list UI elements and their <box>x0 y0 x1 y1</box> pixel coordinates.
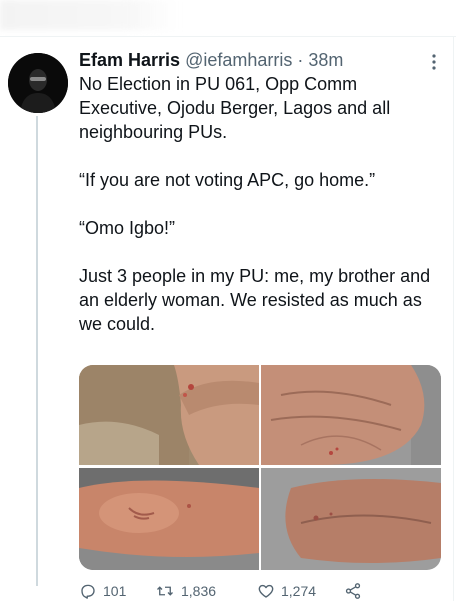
tweet-actions: 101 1,836 1,274 <box>79 580 419 602</box>
separator-dot: · <box>297 50 304 70</box>
tweet-paragraph: “Omo Igbo!” <box>79 218 176 238</box>
author-handle[interactable]: @iefamharris <box>185 50 292 70</box>
tweet-paragraph: No Election in PU 061, Opp Comm Executiv… <box>79 74 391 142</box>
tweet-text: No Election in PU 061, Opp Comm Executiv… <box>79 72 439 336</box>
tweet-header: Efam Harris @iefamharris · 38m <box>79 48 439 72</box>
timeline-border <box>453 36 454 601</box>
retweet-button[interactable]: 1,836 <box>155 582 257 600</box>
retweet-count: 1,836 <box>181 583 217 599</box>
wrist-wound-photo <box>79 365 259 465</box>
tweet-timestamp[interactable]: 38m <box>308 50 343 70</box>
media-photo-1[interactable] <box>79 365 259 465</box>
retweet-icon <box>157 586 173 596</box>
tweet-paragraph: Just 3 people in my PU: me, my brother a… <box>79 266 431 334</box>
share-button[interactable] <box>343 582 363 600</box>
avatar[interactable] <box>8 53 68 113</box>
blurred-header <box>0 0 180 30</box>
knuckle-wound-photo <box>261 468 441 570</box>
reply-icon <box>81 584 95 599</box>
palm-wound-photo <box>261 365 441 465</box>
media-grid <box>79 365 441 570</box>
previous-tweet-strip <box>0 0 456 34</box>
more-options-icon <box>432 54 436 70</box>
avatar-image <box>8 53 68 113</box>
media-photo-3[interactable] <box>79 468 259 570</box>
divider <box>0 36 456 37</box>
reply-button[interactable]: 101 <box>79 582 155 600</box>
media-photo-2[interactable] <box>261 365 441 465</box>
author-name[interactable]: Efam Harris <box>79 50 180 70</box>
heart-icon <box>258 584 274 598</box>
like-count: 1,274 <box>281 583 317 599</box>
share-icon <box>345 583 361 599</box>
more-options-button[interactable] <box>424 52 444 72</box>
thread-connector <box>36 116 38 586</box>
tweet-paragraph: “If you are not voting APC, go home.” <box>79 170 376 190</box>
reply-count: 101 <box>103 583 127 599</box>
elbow-scrape-photo <box>79 468 259 570</box>
tweet-content: Efam Harris @iefamharris · 38m No Electi… <box>79 48 439 336</box>
media-photo-4[interactable] <box>261 468 441 570</box>
like-button[interactable]: 1,274 <box>257 582 343 600</box>
